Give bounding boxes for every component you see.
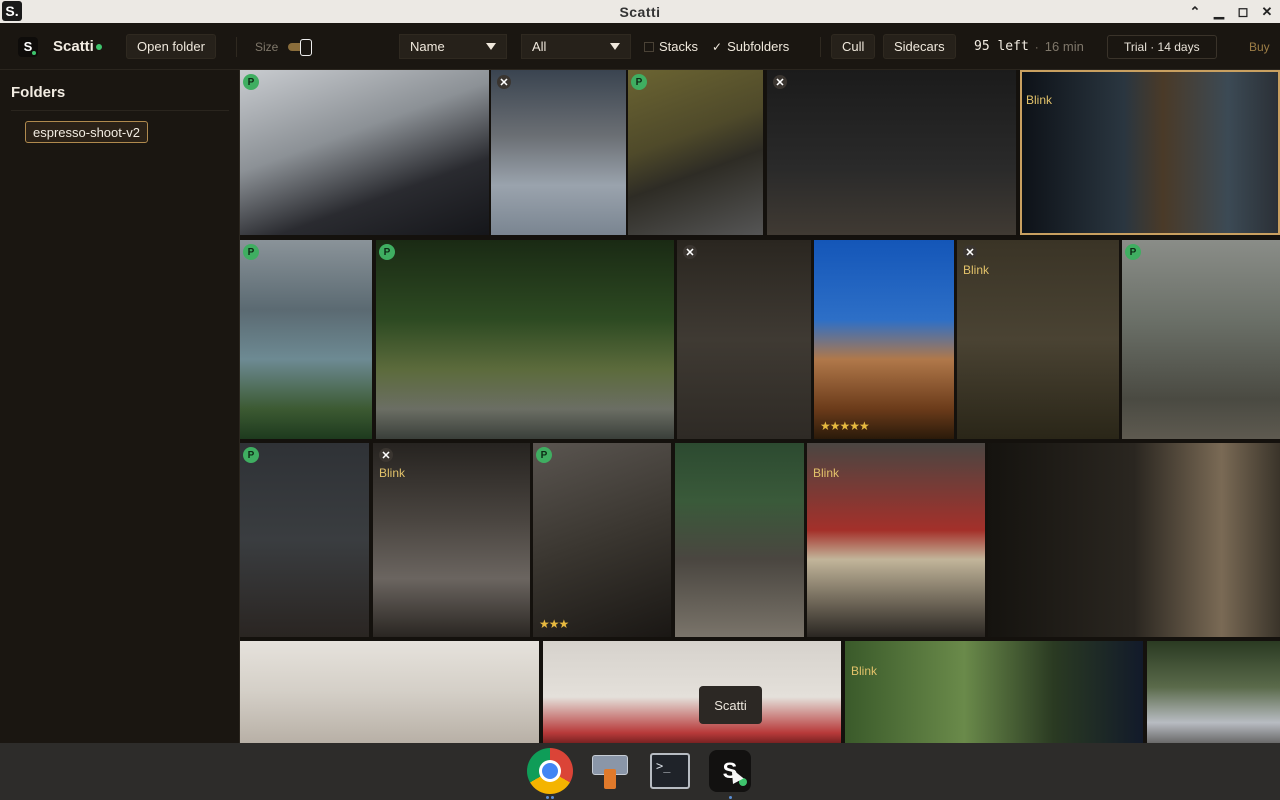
separator-dot: · [1034,39,1039,54]
blink-flag: Blink [379,466,406,480]
minimize-icon[interactable]: ▁ [1210,3,1228,21]
dock-item-terminal[interactable]: >_ [647,748,693,794]
dock: >_ S [0,743,1280,800]
photo-tile-balloons-flowers[interactable] [543,641,841,743]
folder-item[interactable]: espresso-shoot-v2 [25,121,148,143]
photo-tile-selected-orange-porsche[interactable]: Blink [1020,70,1280,235]
app-icon: S. [2,1,22,21]
photo-tile-woman-street[interactable]: ✕ [491,70,626,235]
star-rating: ★★★★★ [820,419,870,433]
size-label: Size [255,39,279,54]
photo-tile-brick-tower[interactable]: ★★★★★ [814,240,954,439]
rejected-badge-icon: ✕ [497,75,511,89]
photo-tile-brick-building[interactable]: P [240,443,369,637]
dock-tooltip: Scatti [699,686,762,724]
photo-tile-car-wheel[interactable]: P [628,70,763,235]
blink-flag: Blink [813,466,840,480]
toolbar: S Scatti Open folder Size Name All Stack… [0,23,1280,70]
size-toggle[interactable] [288,38,314,56]
blink-flag: Blink [851,664,878,678]
filter-value: All [532,39,547,54]
picked-badge-icon: P [243,244,259,260]
scatti-logo-icon: S [18,36,38,57]
window-title: Scatti [619,3,661,20]
rejected-badge-icon: ✕ [683,245,697,259]
blink-flag: Blink [1026,93,1053,107]
sort-value: Name [410,39,445,54]
brand-name: Scatti [53,38,94,55]
trial-badge[interactable]: Trial · 14 days [1107,34,1217,59]
cull-button[interactable]: Cull [831,34,876,59]
folders-sidebar: Folders espresso-shoot-v2 [0,70,240,743]
photo-tile-mountain-lake[interactable]: P [240,240,372,439]
gimp-icon [592,751,628,791]
filter-select[interactable]: All [521,34,631,59]
photo-tile-couple-hands[interactable]: Blink [845,641,1143,743]
photo-tile-posters-wall[interactable]: Blink [807,443,985,637]
checkmark-icon: ✓ [712,39,723,54]
blink-flag: Blink [963,263,990,277]
time-estimate: 16 min [1044,39,1084,54]
chevron-up-icon[interactable]: ⌃ [1186,3,1204,21]
photo-grid: P ✕ P ✕ Blink P P ✕ ★★★★★ ✕ Blink P P ✕ Bl… [240,70,1280,743]
picked-badge-icon: P [536,447,552,463]
chevron-down-icon [486,43,496,50]
photo-tile-turntable[interactable]: P ★★★ [533,443,671,637]
star-rating: ★★★ [539,617,569,631]
photo-tile-old-street[interactable] [675,443,804,637]
dock-item-gimp[interactable] [587,748,633,794]
sidecars-button[interactable]: Sidecars [883,34,956,59]
picked-badge-icon: P [379,244,395,260]
maximize-icon[interactable]: ◻ [1234,3,1252,21]
photo-tile-cafe-interior[interactable]: ✕ Blink [957,240,1119,439]
running-indicator [729,796,732,799]
toolbar-divider [236,36,237,57]
folders-heading: Folders [11,84,66,101]
window-controls: ⌃ ▁ ◻ ✕ [1186,0,1276,23]
stacks-label: Stacks [659,39,699,54]
terminal-icon: >_ [650,753,690,789]
toolbar-divider [820,36,821,57]
photo-tile-y3-jackets[interactable]: P [240,70,489,235]
subfolders-checkbox[interactable]: ✓ Subfolders [712,39,789,54]
rejected-badge-icon: ✕ [773,75,787,89]
rejected-badge-icon: ✕ [963,245,977,259]
subfolders-label: Subfolders [727,39,790,54]
picked-badge-icon: P [631,74,647,90]
checkbox-icon [644,41,654,52]
photo-tile-old-car-garage[interactable]: ✕ Blink [373,443,530,637]
running-indicator [546,796,549,799]
photo-tile-green-porsche[interactable]: P [376,240,674,439]
window-titlebar: S. Scatti ⌃ ▁ ◻ ✕ [0,0,1280,23]
photo-tile-wedding-party[interactable] [1147,641,1280,743]
photo-tile-bride-bouquet[interactable] [988,443,1280,637]
close-icon[interactable]: ✕ [1258,3,1276,21]
photo-tile-fencer[interactable]: ✕ [767,70,1016,235]
running-indicator [551,796,554,799]
remaining-count: 95 left [974,39,1029,54]
photo-tile-coffee-shop[interactable]: ✕ [677,240,811,439]
picked-badge-icon: P [243,74,259,90]
sort-select[interactable]: Name [399,34,507,59]
picked-badge-icon: P [1125,244,1141,260]
chrome-icon [527,748,573,794]
picked-badge-icon: P [243,447,259,463]
buy-link[interactable]: Buy [1249,40,1270,54]
stacks-checkbox[interactable]: Stacks [644,39,698,54]
sidebar-divider [11,110,229,111]
rejected-badge-icon: ✕ [379,448,393,462]
photo-tile-wedding-hands[interactable] [240,641,539,743]
dock-item-chrome[interactable] [527,748,573,794]
chevron-down-icon [610,43,620,50]
open-folder-button[interactable]: Open folder [126,34,216,59]
status-dot [95,43,102,50]
photo-tile-cyclist-forest[interactable]: P [1122,240,1280,439]
